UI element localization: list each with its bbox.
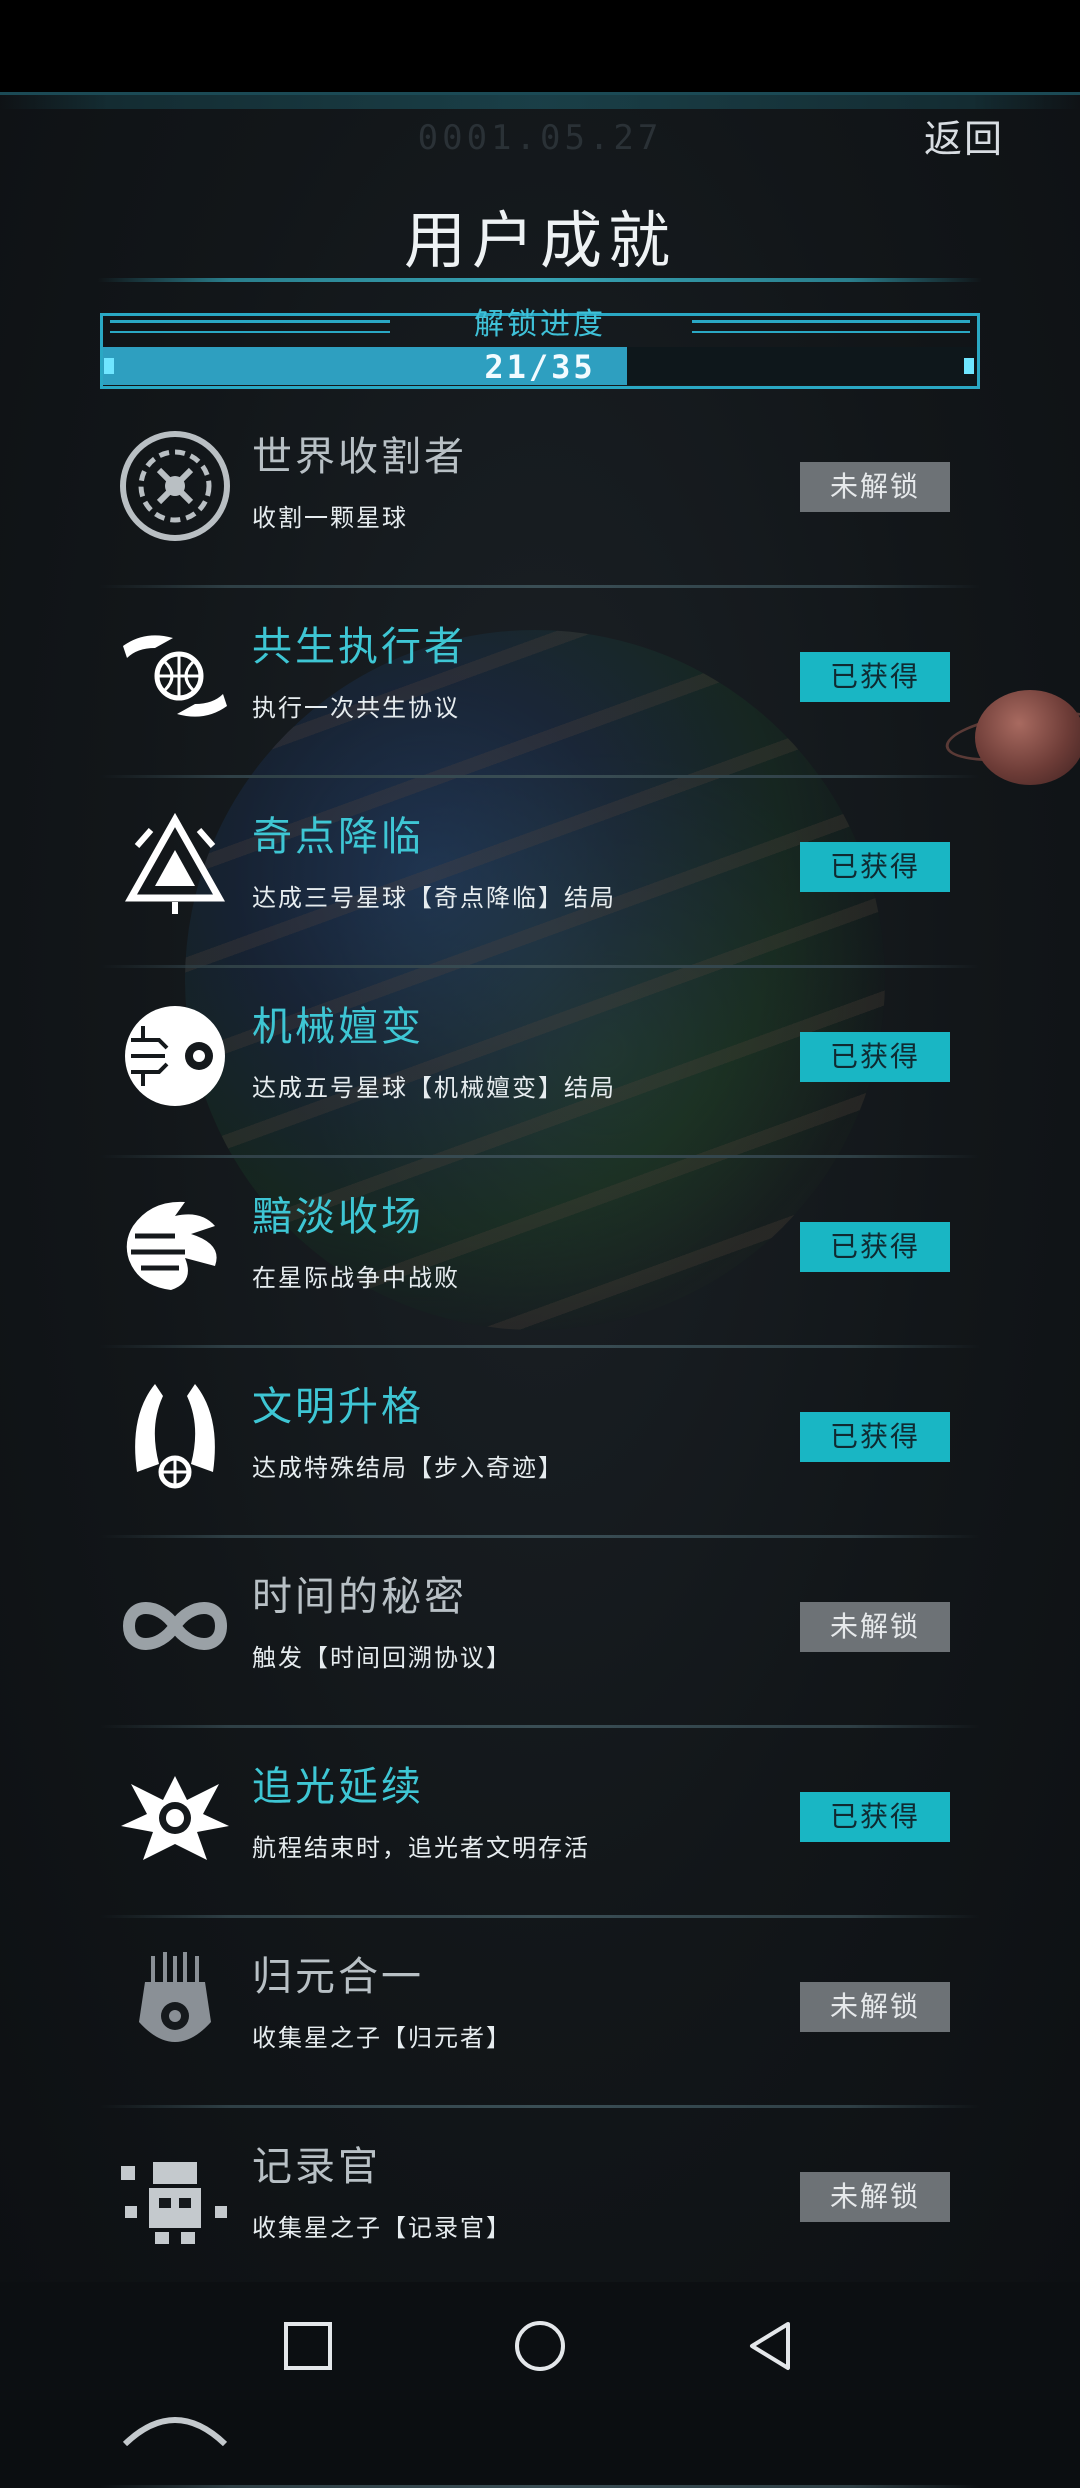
achievement-description: 达成三号星球【奇点降临】结局 <box>252 884 616 912</box>
achievement-row[interactable]: 黯淡收场在星际战争中战败 已获得 <box>100 1158 980 1348</box>
achievement-description: 触发【时间回溯协议】 <box>252 1644 512 1672</box>
status-badge-locked: 未解锁 <box>800 1982 950 2032</box>
achievement-description: 收集星之子【记录官】 <box>252 2214 512 2242</box>
circle-icon[interactable] <box>512 2318 568 2374</box>
square-icon[interactable] <box>280 2318 336 2374</box>
page-title: 用户成就 <box>403 204 676 277</box>
status-badge-obtained: 已获得 <box>800 842 950 892</box>
achievement-row[interactable]: 机械嬗变达成五号星球【机械嬗变】结局 已获得 <box>100 968 980 1158</box>
shattered-sphere-icon <box>126 1201 217 1290</box>
status-badge-locked: 未解锁 <box>800 2172 950 2222</box>
reaper-seal-icon <box>120 431 230 541</box>
achievement-row[interactable]: 追光延续航程结束时，追光者文明存活 已获得 <box>100 1728 980 1918</box>
achievement-title: 机械嬗变 <box>252 1004 424 1050</box>
mechanical-eye-icon <box>125 1006 225 1106</box>
achievement-title: 奇点降临 <box>252 814 424 860</box>
achievement-row[interactable]: 共生执行者执行一次共生协议 已获得 <box>100 588 980 778</box>
progress-caption: 解锁进度 <box>474 307 606 342</box>
status-badge-obtained: 已获得 <box>800 1032 950 1082</box>
achievement-title: 追光延续 <box>252 1764 424 1810</box>
achievement-description: 在星际战争中战败 <box>252 1264 460 1292</box>
achievement-title: 归元合一 <box>252 1954 424 2000</box>
back-button[interactable]: 返回 <box>924 108 1004 163</box>
achievement-title: 共生执行者 <box>252 624 467 670</box>
status-badge-locked: 未解锁 <box>800 1602 950 1652</box>
panel-top-line <box>0 95 1080 109</box>
title-divider <box>98 278 982 282</box>
globe-hands-icon <box>123 635 227 717</box>
achievement-row[interactable]: 记录官收集星之子【记录官】 未解锁 <box>100 2108 980 2298</box>
winged-emblem-icon <box>135 1384 215 1489</box>
achievement-description: 航程结束时，追光者文明存活 <box>252 1834 590 1862</box>
date-readout: 0001.05.27 <box>417 118 663 158</box>
achievement-title: 世界收割者 <box>252 434 467 480</box>
achievement-description: 达成特殊结局【步入奇迹】 <box>252 1454 564 1482</box>
radiant-crest-icon <box>121 1776 229 1860</box>
pixel-robot-icon <box>121 2162 227 2244</box>
achievement-row[interactable]: 时间的秘密触发【时间回溯协议】 未解锁 <box>100 1538 980 1728</box>
status-badge-obtained: 已获得 <box>800 1222 950 1272</box>
achievement-description: 收割一颗星球 <box>252 504 408 532</box>
achievement-row[interactable]: 归元合一收集星之子【归元者】 未解锁 <box>100 1918 980 2108</box>
progress-label: 21/35 <box>484 348 596 386</box>
achievement-title: 记录官 <box>252 2144 381 2190</box>
achievement-description: 达成五号星球【机械嬗变】结局 <box>252 1074 616 1102</box>
status-bar <box>0 0 1080 92</box>
achievement-title: 文明升格 <box>252 1384 424 1430</box>
ringed-planet <box>975 690 1080 785</box>
status-badge-obtained: 已获得 <box>800 652 950 702</box>
achievement-row[interactable]: 世界收割者收割一颗星球 未解锁 <box>100 398 980 588</box>
achievement-row[interactable]: 奇点降临达成三号星球【奇点降临】结局 已获得 <box>100 778 980 968</box>
achievement-row[interactable]: 文明升格达成特殊结局【步入奇迹】 已获得 <box>100 1348 980 1538</box>
achievement-title: 时间的秘密 <box>252 1574 467 1620</box>
singularity-triangle-icon <box>125 812 225 914</box>
status-badge-locked: 未解锁 <box>800 462 950 512</box>
achievement-title: 黯淡收场 <box>252 1194 424 1240</box>
status-badge-obtained: 已获得 <box>800 1412 950 1462</box>
infinity-icon <box>122 1602 228 1650</box>
achievement-description: 收集星之子【归元者】 <box>252 2024 512 2052</box>
status-badge-obtained: 已获得 <box>800 1792 950 1842</box>
triangle-back-icon[interactable] <box>742 2318 798 2374</box>
circuit-mask-icon <box>139 1952 211 2042</box>
achievement-description: 执行一次共生协议 <box>252 694 460 722</box>
